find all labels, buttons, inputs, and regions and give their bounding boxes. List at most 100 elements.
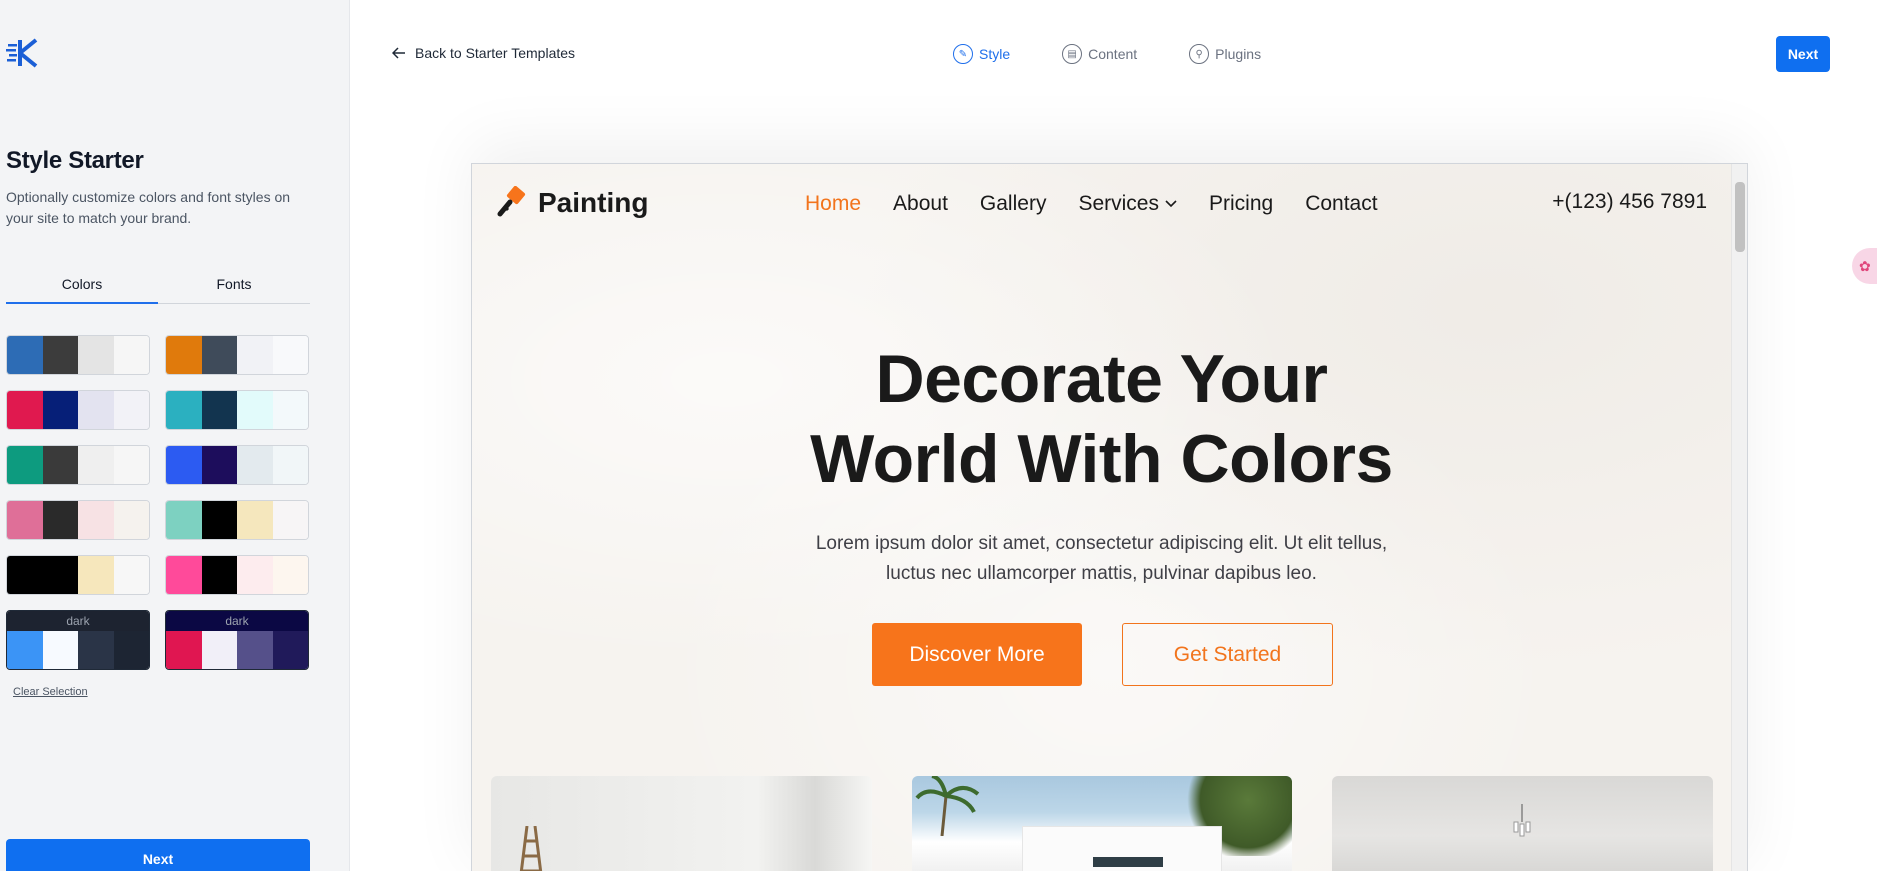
house-window (1092, 857, 1163, 867)
palette-swatch (272, 501, 308, 539)
nav-contact[interactable]: Contact (1305, 192, 1377, 216)
palette-swatch (78, 556, 114, 594)
header-phone[interactable]: +(123) 456 7891 (1552, 190, 1707, 214)
dark-palette-label: dark (166, 611, 308, 631)
dark-color-palette-option[interactable]: dark (6, 610, 150, 670)
get-started-button[interactable]: Get Started (1122, 623, 1333, 686)
palette-swatch (272, 556, 308, 594)
color-palette-option[interactable] (6, 500, 150, 540)
preview-background (472, 164, 1747, 871)
color-palette-option[interactable] (165, 390, 309, 430)
hero-title-line-1: Decorate Your (875, 341, 1328, 417)
nav-home[interactable]: Home (805, 192, 861, 216)
nav-about[interactable]: About (893, 192, 948, 216)
palette-swatch (166, 501, 202, 539)
tab-fonts[interactable]: Fonts (158, 264, 310, 303)
chevron-down-icon (1165, 200, 1177, 208)
next-button[interactable]: Next (1776, 36, 1830, 72)
gallery-image-house (911, 776, 1293, 871)
palm-tree-image (915, 776, 979, 836)
hero-subtitle-line-2: luctus nec ullamcorper mattis, pulvinar … (886, 563, 1317, 584)
palette-swatch (7, 631, 43, 669)
palette-swatch (201, 556, 237, 594)
color-palette-option[interactable] (6, 390, 150, 430)
color-palette-option[interactable] (6, 445, 150, 485)
palette-swatch (237, 631, 273, 669)
preview-scrollbar-thumb[interactable] (1735, 182, 1745, 252)
hero-subtitle-line-1: Lorem ipsum dolor sit amet, consectetur … (815, 533, 1388, 554)
color-palette-option[interactable] (6, 335, 150, 375)
nav-pricing[interactable]: Pricing (1209, 192, 1273, 216)
step-style[interactable]: ✎ Style (953, 44, 1010, 64)
chandelier-image (1513, 804, 1531, 837)
house-image (1021, 826, 1222, 871)
palette-swatch (42, 501, 78, 539)
palette-swatch (166, 336, 202, 374)
palette-swatches (166, 631, 308, 669)
palette-swatch (166, 391, 202, 429)
site-brand[interactable]: Painting (494, 186, 648, 220)
gallery-image-room-ladder (491, 776, 872, 871)
discover-more-button[interactable]: Discover More (872, 623, 1082, 686)
floating-helper-icon[interactable]: ✿ (1852, 248, 1877, 284)
palette-swatch (113, 556, 149, 594)
hero-title: Decorate Your World With Colors (472, 339, 1731, 499)
hero-subtitle: Lorem ipsum dolor sit amet, consectetur … (472, 529, 1731, 589)
clear-selection-link[interactable]: Clear Selection (13, 686, 88, 698)
arrow-left-icon (392, 47, 405, 59)
palette-swatch (42, 391, 78, 429)
brush-icon: ✎ (953, 44, 973, 64)
palette-swatch (78, 336, 114, 374)
palette-swatch (113, 391, 149, 429)
nav-gallery[interactable]: Gallery (980, 192, 1047, 216)
tab-colors[interactable]: Colors (6, 264, 158, 304)
palette-swatch (113, 446, 149, 484)
color-palette-option[interactable] (6, 555, 150, 595)
color-palette-option[interactable] (165, 555, 309, 595)
palette-swatch (272, 336, 308, 374)
nav-services[interactable]: Services (1078, 192, 1177, 216)
site-brand-name: Painting (538, 187, 649, 218)
sidebar-next-button[interactable]: Next (6, 839, 310, 871)
palette-swatches (7, 631, 149, 669)
site-nav: Home About Gallery Services Pricing Cont… (805, 192, 1378, 216)
palette-swatch (7, 446, 43, 484)
palette-swatch (166, 556, 202, 594)
dark-color-palette-option[interactable]: dark (165, 610, 309, 670)
palette-swatch (166, 446, 202, 484)
sidebar: Style Starter Optionally customize color… (0, 0, 350, 871)
preview-scrollbar[interactable] (1731, 164, 1747, 871)
palette-swatch (113, 336, 149, 374)
plugin-icon: ⚲ (1189, 44, 1210, 64)
palette-swatch (42, 631, 78, 669)
content-icon: ▤ (1062, 44, 1083, 64)
palette-swatch (201, 446, 237, 484)
color-palette-option[interactable] (165, 335, 309, 375)
palette-swatch (42, 556, 78, 594)
palette-swatch (272, 631, 308, 669)
color-palette-option[interactable] (165, 500, 309, 540)
back-to-templates-link[interactable]: Back to Starter Templates (392, 45, 575, 61)
hero-title-line-2: World With Colors (810, 421, 1393, 497)
palette-swatch (237, 391, 273, 429)
palette-swatch (7, 556, 43, 594)
step-plugins[interactable]: ⚲ Plugins (1189, 44, 1261, 64)
palette-swatch (237, 556, 273, 594)
palette-swatch (113, 501, 149, 539)
site-preview-frame: Painting Home About Gallery Services Pri… (471, 163, 1748, 871)
dark-palette-label: dark (7, 611, 149, 631)
palette-swatch (201, 501, 237, 539)
palette-swatch (272, 391, 308, 429)
step-plugins-label: Plugins (1215, 46, 1262, 62)
palette-swatch (201, 336, 237, 374)
color-palette-option[interactable] (165, 445, 309, 485)
palette-swatch (7, 336, 43, 374)
palette-swatch (272, 446, 308, 484)
palette-swatch (42, 336, 78, 374)
step-content[interactable]: ▤ Content (1062, 44, 1137, 64)
gallery-image-interior (1332, 776, 1714, 871)
palette-swatch (237, 501, 273, 539)
palette-swatch (7, 391, 43, 429)
app-logo-icon (6, 38, 38, 68)
palette-swatch (7, 501, 43, 539)
